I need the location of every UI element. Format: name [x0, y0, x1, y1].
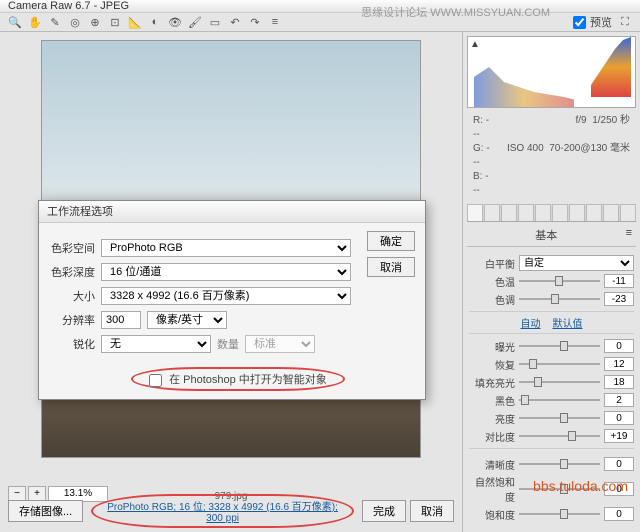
clarity-slider[interactable]: [519, 456, 600, 472]
size-select[interactable]: 3328 x 4992 (16.6 百万像素): [101, 287, 351, 305]
tab-split[interactable]: [535, 204, 551, 221]
contrast-slider[interactable]: [519, 428, 600, 444]
url-watermark: bbs.tuloda.com: [533, 478, 628, 494]
tab-basic[interactable]: [467, 204, 483, 221]
preview-label: 预览: [590, 14, 612, 30]
res-label: 分辨率: [47, 312, 95, 328]
color-sampler-icon[interactable]: ◎: [66, 13, 84, 31]
temp-value[interactable]: -11: [604, 274, 634, 288]
tint-slider[interactable]: [519, 291, 600, 307]
workflow-options-dialog: 工作流程选项 确定 取消 色彩空间 ProPhoto RGB 色彩深度 16 位…: [38, 200, 426, 400]
straighten-icon[interactable]: 📐: [126, 13, 144, 31]
size-label: 大小: [47, 288, 95, 304]
preview-checkbox[interactable]: [573, 16, 586, 29]
sharpen-label: 锐化: [47, 336, 95, 352]
done-button[interactable]: 完成: [362, 500, 406, 522]
tab-lens[interactable]: [552, 204, 568, 221]
redeye-icon[interactable]: 👁: [166, 13, 184, 31]
tab-fx[interactable]: [569, 204, 585, 221]
saturation-slider[interactable]: [519, 506, 600, 522]
sharpen-select[interactable]: 无: [101, 335, 211, 353]
fullscreen-icon[interactable]: ⛶: [616, 13, 634, 31]
panel-title: 基本≡: [467, 224, 636, 247]
black-slider[interactable]: [519, 392, 600, 408]
res-input[interactable]: [101, 311, 141, 329]
amount-label: 数量: [217, 336, 239, 352]
recovery-slider[interactable]: [519, 356, 600, 372]
main-area: − + 13.1% 979.jpg 存储图像... ProPhoto RGB; …: [0, 32, 462, 532]
panel-tabs: [467, 204, 636, 222]
watermark-text: 思缘设计论坛 WWW.MISSYUAN.COM: [361, 4, 550, 20]
default-link[interactable]: 默认值: [553, 315, 583, 330]
hand-tool-icon[interactable]: ✋: [26, 13, 44, 31]
tab-preset[interactable]: [603, 204, 619, 221]
dialog-ok-button[interactable]: 确定: [367, 231, 415, 251]
tab-curve[interactable]: [484, 204, 500, 221]
smart-object-label: 在 Photoshop 中打开为智能对象: [169, 374, 327, 386]
res-unit-select[interactable]: 像素/英寸: [147, 311, 227, 329]
temp-slider[interactable]: [519, 273, 600, 289]
tab-snap[interactable]: [620, 204, 636, 221]
space-label: 色彩空间: [47, 240, 95, 256]
spot-removal-icon[interactable]: ◐: [146, 13, 164, 31]
depth-select[interactable]: 16 位/通道: [101, 263, 351, 281]
eyedropper-icon[interactable]: ✎: [46, 13, 64, 31]
shadow-clip-icon[interactable]: ▲: [470, 39, 480, 50]
grad-filter-icon[interactable]: ▭: [206, 13, 224, 31]
titlebar: Camera Raw 6.7 - JPEG 思缘设计论坛 WWW.MISSYUA…: [0, 0, 640, 13]
rotate-ccw-icon[interactable]: ↶: [226, 13, 244, 31]
crop-icon[interactable]: ⊡: [106, 13, 124, 31]
prefs-icon[interactable]: ≡: [266, 13, 284, 31]
wb-label: 白平衡: [469, 256, 515, 271]
tint-value[interactable]: -23: [604, 292, 634, 306]
panel-menu-icon[interactable]: ≡: [626, 227, 632, 239]
smart-object-checkbox-row[interactable]: 在 Photoshop 中打开为智能对象: [131, 367, 345, 391]
exposure-slider[interactable]: [519, 338, 600, 354]
smart-object-checkbox[interactable]: [149, 374, 162, 387]
save-image-button[interactable]: 存储图像...: [8, 500, 83, 522]
depth-label: 色彩深度: [47, 264, 95, 280]
adjust-brush-icon[interactable]: 🖌: [186, 13, 204, 31]
amount-select: 标准: [245, 335, 315, 353]
rotate-cw-icon[interactable]: ↷: [246, 13, 264, 31]
auto-link[interactable]: 自动: [521, 315, 541, 330]
dialog-cancel-button[interactable]: 取消: [367, 257, 415, 277]
bright-slider[interactable]: [519, 410, 600, 426]
tab-hsl[interactable]: [518, 204, 534, 221]
dialog-title: 工作流程选项: [39, 201, 425, 223]
tab-cal[interactable]: [586, 204, 602, 221]
exif-info: R: ---f/9 1/250 秒 G: ---ISO 400 70-200@1…: [467, 110, 636, 202]
histogram[interactable]: ▲ ▲: [467, 36, 636, 108]
workflow-link[interactable]: ProPhoto RGB; 16 位; 3328 x 4992 (16.6 百万…: [91, 494, 354, 528]
sidebar: ▲ ▲ R: ---f/9 1/250 秒 G: ---ISO 400 70-2…: [462, 32, 640, 532]
target-adjust-icon[interactable]: ⊕: [86, 13, 104, 31]
fill-slider[interactable]: [519, 374, 600, 390]
cancel-button[interactable]: 取消: [410, 500, 454, 522]
tab-detail[interactable]: [501, 204, 517, 221]
wb-select[interactable]: 自定: [519, 255, 634, 271]
app-title: Camera Raw 6.7 - JPEG: [8, 0, 129, 12]
zoom-tool-icon[interactable]: 🔍: [6, 13, 24, 31]
space-select[interactable]: ProPhoto RGB: [101, 239, 351, 257]
